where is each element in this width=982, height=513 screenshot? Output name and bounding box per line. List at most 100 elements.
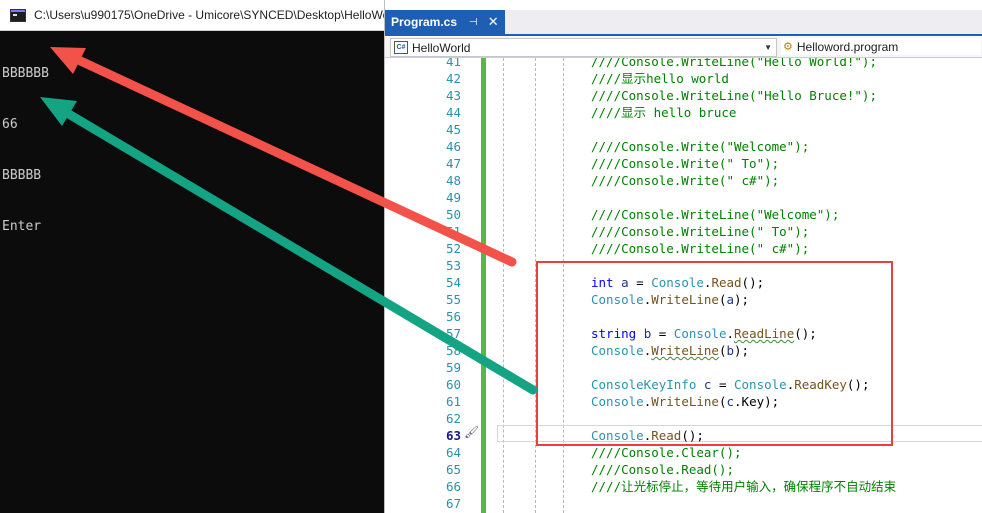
console-output-line: BBBBB [2, 168, 42, 183]
code-line[interactable]: 66 ////让光标停止，等待用户输入，确保程序不自动结束 [385, 478, 982, 495]
line-number: 54 [445, 275, 461, 290]
code-line[interactable]: 41 ////Console.WriteLine("Hello World!"); [385, 58, 982, 70]
code-line[interactable]: 42 ////显示hello world [385, 70, 982, 87]
code-line[interactable]: 52 ////Console.WriteLine(" c#"); [385, 240, 982, 257]
code-line[interactable]: 44 ////显示 hello bruce [385, 104, 982, 121]
pin-icon[interactable]: ⊣ [469, 17, 478, 28]
line-number: 55 [445, 292, 461, 307]
line-number: 65 [445, 462, 461, 477]
console-title-bar[interactable]: C:\Users\u990175\OneDrive - Umicore\SYNC… [0, 0, 384, 31]
tab-program-cs[interactable]: Program.cs ⊣ ✕ [385, 10, 505, 34]
line-number: 62 [445, 411, 461, 426]
line-number: 43 [445, 88, 461, 103]
line-number: 42 [445, 71, 461, 86]
line-number: 61 [445, 394, 461, 409]
code-line[interactable]: 47 ////Console.Write(" To"); [385, 155, 982, 172]
code-line[interactable]: 56 [385, 308, 982, 325]
code-line[interactable]: 67 [385, 495, 982, 512]
code-line[interactable]: 50 ////Console.WriteLine("Welcome"); [385, 206, 982, 223]
code-text: Console.WriteLine(a); [591, 291, 749, 308]
class-icon: ⚙ [783, 41, 793, 53]
code-line[interactable]: 59 [385, 359, 982, 376]
code-text: ////Console.Write(" c#"); [591, 172, 779, 189]
code-token: a [726, 292, 735, 307]
code-token: a [621, 275, 629, 290]
code-line[interactable]: 64 ////Console.Clear(); [385, 444, 982, 461]
tab-underline [385, 34, 982, 36]
line-number: 63 [445, 428, 461, 443]
line-number: 67 [445, 496, 461, 511]
code-token: b [726, 343, 735, 358]
code-token: ConsoleKeyInfo [591, 377, 697, 392]
code-token: Console [651, 275, 704, 290]
close-icon[interactable]: ✕ [488, 14, 499, 30]
project-name: HelloWorld [412, 40, 471, 55]
code-line[interactable]: 51 ////Console.WriteLine(" To"); [385, 223, 982, 240]
line-number: 52 [445, 241, 461, 256]
code-token: ReadKey [794, 377, 847, 392]
code-text: string b = Console.ReadLine(); [591, 325, 817, 342]
code-line[interactable]: 61 Console.WriteLine(c.Key); [385, 393, 982, 410]
class-name: Helloword.program [796, 39, 899, 54]
code-token: Console [673, 326, 727, 341]
code-token: .Key); [734, 394, 780, 409]
code-line[interactable]: 46 ////Console.Write("Welcome"); [385, 138, 982, 155]
code-line[interactable]: 49 [385, 189, 982, 206]
chevron-down-icon: ▼ [764, 43, 772, 52]
code-line[interactable]: 60 ConsoleKeyInfo c = Console.ReadKey(); [385, 376, 982, 393]
code-text: ////Console.WriteLine(" c#"); [591, 240, 809, 257]
code-line[interactable]: 62 [385, 410, 982, 427]
code-line[interactable]: 58 Console.WriteLine(b); [385, 342, 982, 359]
code-area[interactable]: 🖌 41////Console.WriteLine("Hello World!"… [385, 58, 982, 513]
code-text: ////显示hello world [591, 70, 729, 87]
code-text: Console.WriteLine(b); [591, 342, 749, 359]
console-title: C:\Users\u990175\OneDrive - Umicore\SYNC… [34, 8, 384, 22]
code-token: int [591, 275, 614, 290]
code-token: ////Console.Write("Welcome"); [591, 139, 810, 154]
code-token: Read [711, 275, 742, 290]
code-token: ////Console.WriteLine("Hello Bruce!"); [591, 88, 877, 103]
line-number: 56 [445, 309, 461, 324]
console-window[interactable]: C:\Users\u990175\OneDrive - Umicore\SYNC… [0, 0, 384, 513]
code-token: ////Console.Clear(); [591, 445, 742, 460]
code-token: (); [846, 377, 870, 392]
code-line[interactable]: 54 int a = Console.Read(); [385, 274, 982, 291]
code-line[interactable]: 53 [385, 257, 982, 274]
code-token: Console [734, 377, 787, 392]
line-number: 48 [445, 173, 461, 188]
code-editor[interactable]: Program.cs ⊣ ✕ C# HelloWorld ▼ ⚙ Hellowo… [384, 0, 982, 513]
code-token: WriteLine [651, 343, 719, 358]
code-text: ////Console.WriteLine("Welcome"); [591, 206, 839, 223]
code-token: ); [734, 343, 750, 358]
console-output: BBBBBB 66 BBBBB Enter [2, 31, 49, 269]
line-number: 59 [445, 360, 461, 375]
console-output-line: BBBBBB [2, 66, 49, 81]
code-line[interactable]: 45 [385, 121, 982, 138]
code-token: ////Console.WriteLine("Hello World!"); [591, 58, 877, 69]
line-number: 64 [445, 445, 461, 460]
class-dropdown[interactable]: ⚙ Helloword.program [781, 38, 981, 55]
code-token: WriteLine [651, 292, 719, 307]
line-number: 44 [445, 105, 461, 120]
code-line[interactable]: 63 Console.Read(); [385, 427, 982, 444]
code-token: (); [794, 326, 817, 341]
code-line[interactable]: 57 string b = Console.ReadLine(); [385, 325, 982, 342]
code-line[interactable]: 55 Console.WriteLine(a); [385, 291, 982, 308]
code-line[interactable]: 65 ////Console.Read(); [385, 461, 982, 478]
code-text: ////显示 hello bruce [591, 104, 736, 121]
code-text: ////Console.WriteLine("Hello World!"); [591, 58, 877, 70]
code-token: ////Console.WriteLine("Welcome"); [591, 207, 840, 222]
line-number: 49 [445, 190, 461, 205]
code-line[interactable]: 43 ////Console.WriteLine("Hello Bruce!"); [385, 87, 982, 104]
code-token: Console [591, 292, 644, 307]
code-token: Console [591, 343, 644, 358]
project-dropdown[interactable]: C# HelloWorld ▼ [390, 38, 777, 57]
code-text: ////让光标停止，等待用户输入，确保程序不自动结束 [591, 478, 896, 495]
code-token: ////显示 hello bruce [591, 105, 737, 120]
code-token: = [711, 377, 734, 392]
line-number: 46 [445, 139, 461, 154]
code-line[interactable]: 48 ////Console.Write(" c#"); [385, 172, 982, 189]
line-number: 45 [445, 122, 461, 137]
